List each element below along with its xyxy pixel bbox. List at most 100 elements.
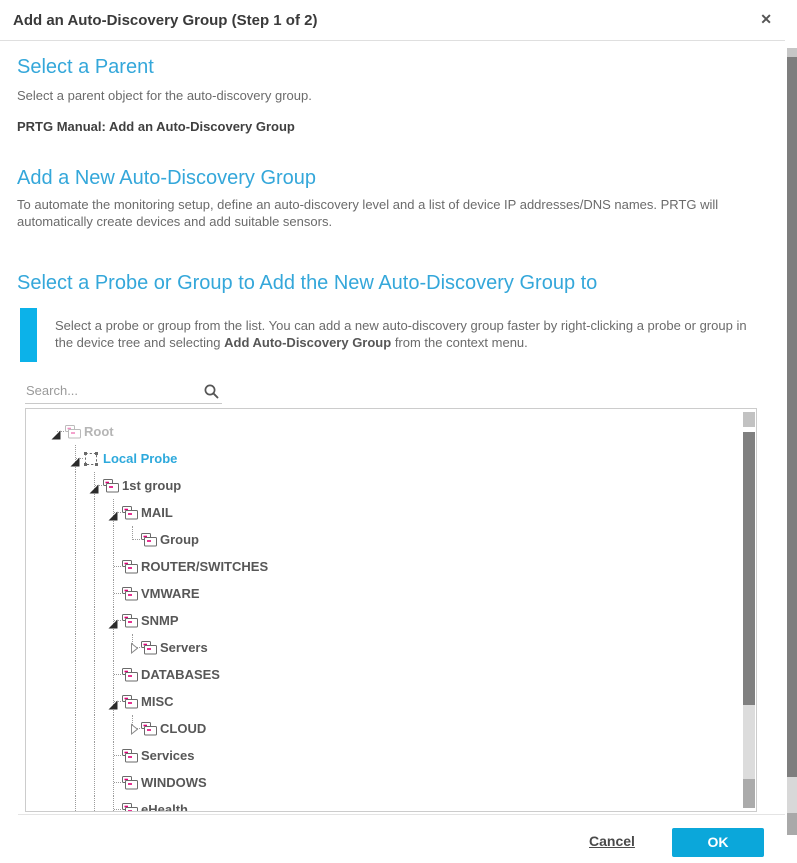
info-text-post: from the context menu. xyxy=(391,335,528,350)
tree-row[interactable]: WINDOWS xyxy=(26,769,740,796)
tree-guide-line xyxy=(75,742,76,769)
tree-guide-line xyxy=(94,580,95,607)
close-icon[interactable]: ✕ xyxy=(760,11,772,27)
tree-guide-line xyxy=(94,715,95,742)
expander-open-icon[interactable] xyxy=(89,481,99,499)
tree-row[interactable]: Services xyxy=(26,742,740,769)
tree-node-label[interactable]: Root xyxy=(84,424,114,439)
tree-connector-stub xyxy=(114,674,121,675)
tree-connector-stub xyxy=(114,755,121,756)
tree-row[interactable]: 1st group xyxy=(26,472,740,499)
tree-node-label[interactable]: ROUTER/SWITCHES xyxy=(141,559,268,574)
group-icon xyxy=(121,613,139,634)
tree-node-label[interactable]: eHealth xyxy=(141,802,188,811)
expander-open-icon[interactable] xyxy=(108,697,118,715)
tree-connector-stub xyxy=(114,593,121,594)
tree-row[interactable]: ROUTER/SWITCHES xyxy=(26,553,740,580)
tree-scrollbar-thumb[interactable] xyxy=(743,432,755,705)
tree-row[interactable]: DATABASES xyxy=(26,661,740,688)
tree-row[interactable]: Root xyxy=(26,418,740,445)
tree-node-label[interactable]: WINDOWS xyxy=(141,775,207,790)
probe-icon xyxy=(83,451,100,472)
expander-open-icon[interactable] xyxy=(108,616,118,634)
page-scrollbar[interactable] xyxy=(787,48,797,835)
page-scrollbar-top[interactable] xyxy=(787,48,797,57)
tree-node-label[interactable]: SNMP xyxy=(141,613,179,628)
tree-guide-line xyxy=(94,769,95,796)
tree-guide-line xyxy=(75,634,76,661)
expander-open-icon[interactable] xyxy=(108,508,118,526)
tree-guide-line xyxy=(75,607,76,634)
tree-guide-line xyxy=(75,661,76,688)
tree-scrollbar-top[interactable] xyxy=(743,412,755,427)
magnifier-icon[interactable] xyxy=(203,383,220,405)
group-icon xyxy=(140,532,158,553)
tree-connector-stub xyxy=(114,782,121,783)
tree-guide-line xyxy=(113,634,114,661)
tree-scrollbar-bottom[interactable] xyxy=(743,779,755,808)
expander-closed-icon[interactable] xyxy=(129,723,139,741)
tree-row[interactable]: MAIL xyxy=(26,499,740,526)
tree-guide-line xyxy=(94,742,95,769)
expander-open-icon[interactable] xyxy=(51,427,61,445)
prtg-manual-link[interactable]: PRTG Manual: Add an Auto-Discovery Group xyxy=(17,119,295,134)
expander-closed-icon[interactable] xyxy=(129,642,139,660)
tree-node-label[interactable]: VMWARE xyxy=(141,586,200,601)
group-icon xyxy=(140,640,158,661)
tree-row[interactable]: MISC xyxy=(26,688,740,715)
tree-guide-line xyxy=(75,499,76,526)
tree-row[interactable]: SNMP xyxy=(26,607,740,634)
expander-open-icon[interactable] xyxy=(70,454,80,472)
tree-node-label[interactable]: Servers xyxy=(160,640,208,655)
tree-node-label[interactable]: Group xyxy=(160,532,199,547)
tree-guide-line xyxy=(75,526,76,553)
footer-divider xyxy=(18,814,785,815)
group-icon xyxy=(121,505,139,526)
tree-guide-line xyxy=(75,553,76,580)
tree-rows: Root Local Probe 1st group MAIL Group ROUTER/… xyxy=(26,418,740,811)
tree-guide-line xyxy=(75,769,76,796)
group-icon xyxy=(121,586,139,607)
info-text: Select a probe or group from the list. Y… xyxy=(55,317,755,351)
add-group-heading: Add a New Auto-Discovery Group xyxy=(17,167,316,190)
group-icon xyxy=(121,694,139,715)
tree-row[interactable]: CLOUD xyxy=(26,715,740,742)
group-icon xyxy=(121,748,139,769)
title-divider xyxy=(0,40,785,41)
page-scrollbar-bottom[interactable] xyxy=(787,813,797,835)
tree-node-label[interactable]: MISC xyxy=(141,694,174,709)
tree-guide-line xyxy=(94,796,95,811)
tree-connector-stub xyxy=(114,809,121,810)
tree-connector-stub xyxy=(114,566,121,567)
info-text-bold: Add Auto-Discovery Group xyxy=(224,335,391,350)
group-icon xyxy=(102,478,120,499)
tree-row[interactable]: Local Probe xyxy=(26,445,740,472)
tree-node-label[interactable]: Local Probe xyxy=(103,451,177,466)
tree-node-label[interactable]: DATABASES xyxy=(141,667,220,682)
tree-row[interactable]: VMWARE xyxy=(26,580,740,607)
group-icon xyxy=(64,424,82,445)
search-input[interactable] xyxy=(25,381,196,401)
tree-guide-line xyxy=(94,499,95,526)
tree-scrollbar[interactable] xyxy=(743,412,755,808)
tree-row[interactable]: Servers xyxy=(26,634,740,661)
page-scrollbar-thumb[interactable] xyxy=(787,57,797,777)
page-scrollbar-track[interactable] xyxy=(787,777,797,813)
tree-node-label[interactable]: CLOUD xyxy=(160,721,206,736)
tree-guide-line xyxy=(94,553,95,580)
ok-button[interactable]: OK xyxy=(672,828,764,857)
group-icon xyxy=(140,721,158,742)
tree-node-label[interactable]: Services xyxy=(141,748,195,763)
tree-node-label[interactable]: MAIL xyxy=(141,505,173,520)
tree-connector-stub xyxy=(133,539,140,540)
tree-row[interactable]: eHealth xyxy=(26,796,740,811)
select-probe-heading: Select a Probe or Group to Add the New A… xyxy=(17,272,597,295)
tree-connector-line xyxy=(132,526,133,540)
tree-node-label[interactable]: 1st group xyxy=(122,478,181,493)
tree-row[interactable]: Group xyxy=(26,526,740,553)
cancel-button[interactable]: Cancel xyxy=(589,833,635,849)
info-accent-bar xyxy=(20,308,37,362)
tree-guide-line xyxy=(94,634,95,661)
tree-scrollbar-track[interactable] xyxy=(743,705,755,779)
tree-guide-line xyxy=(94,607,95,634)
